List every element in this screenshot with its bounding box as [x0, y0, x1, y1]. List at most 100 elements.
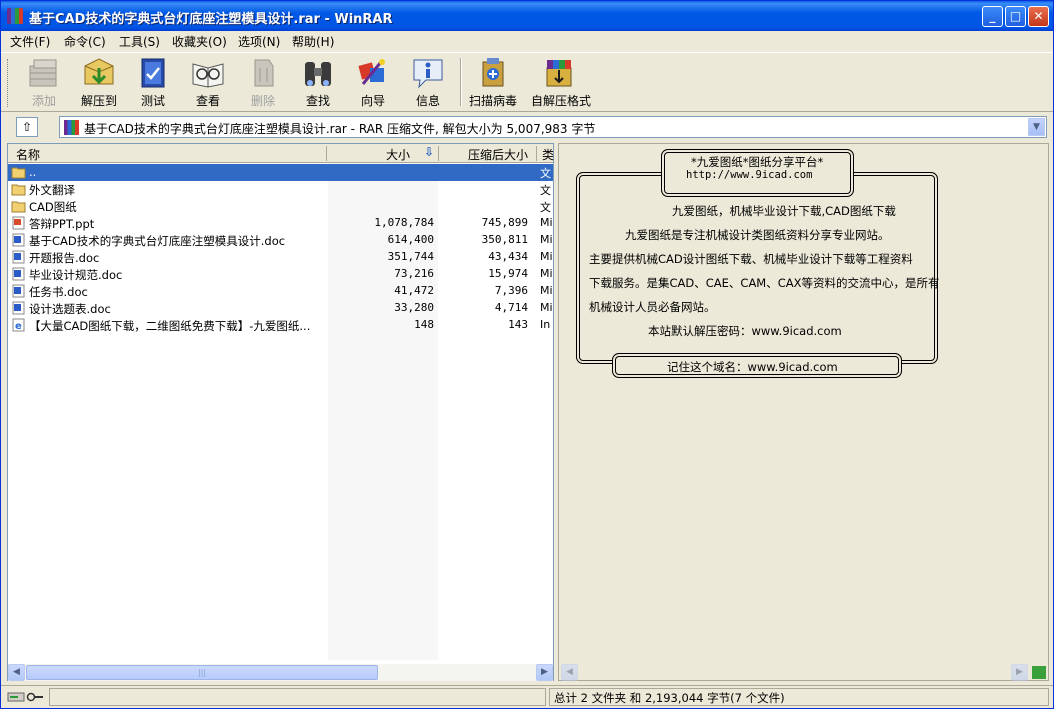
close-button[interactable]: ✕ — [1028, 6, 1049, 27]
scrollbar-thumb[interactable]: ||| — [26, 665, 378, 680]
comment-password: 本站默认解压密码：www.9icad.com — [648, 324, 842, 338]
status-total: 总计 2 文件夹 和 2,193,044 字节(7 个文件) — [554, 691, 785, 705]
menu-tools[interactable]: 工具(S) — [119, 33, 160, 50]
delete-label: 删除 — [250, 94, 275, 108]
address-bar: ⇧ 基于CAD技术的字典式台灯底座注塑模具设计.rar - RAR 压缩文件, … — [1, 114, 1053, 140]
file-type: Mi — [540, 250, 553, 263]
comment-line: 九爱图纸是专注机械设计类图纸资料分享专业网站。 — [625, 228, 890, 242]
file-name: 设计选题表.doc — [29, 302, 111, 316]
minimize-button[interactable]: _ — [982, 6, 1003, 27]
column-size[interactable]: 大小 — [386, 146, 410, 163]
column-divider[interactable] — [536, 146, 537, 161]
column-header: 名称 大小 ⇩ 压缩后大小 类 — [8, 144, 554, 163]
add-label: 添加 — [31, 94, 56, 108]
file-type: Mi — [540, 216, 553, 229]
comment-line: 主要提供机械CAD设计图纸下载、机械毕业设计下载等工程资料 — [589, 252, 913, 266]
add-button[interactable]: 添加 — [17, 56, 71, 110]
file-name: 答辩PPT.ppt — [29, 217, 95, 231]
file-name: 外文翻译 — [29, 183, 75, 197]
wizard-button[interactable]: 向导 — [346, 56, 400, 110]
horizontal-scrollbar[interactable]: ◀ ||| ▶ — [8, 664, 553, 681]
extract-button[interactable]: 解压到 — [72, 56, 126, 110]
column-packed[interactable]: 压缩后大小 — [468, 146, 528, 163]
wizard-icon — [358, 59, 385, 85]
table-row[interactable]: 开题报告.doc 351,744 43,434 Mi — [8, 249, 553, 266]
delete-button[interactable]: 删除 — [236, 56, 290, 110]
table-row[interactable]: 任务书.doc 41,472 7,396 Mi — [8, 283, 553, 300]
view-button[interactable]: 查看 — [181, 56, 235, 110]
info-button[interactable]: 信息 — [401, 56, 455, 110]
scroll-right-icon[interactable]: ▶ — [1011, 664, 1028, 681]
file-name: 毕业设计规范.doc — [29, 268, 123, 282]
chevron-down-icon[interactable]: ▼ — [1028, 118, 1045, 136]
table-row[interactable]: e 【大量CAD图纸下载，二维图纸免费下载】-九爱图纸... 148 143 I… — [8, 317, 553, 334]
table-row[interactable]: 答辩PPT.ppt 1,078,784 745,899 Mi — [8, 215, 553, 232]
view-icon — [192, 63, 224, 88]
table-row[interactable]: 外文翻译 文 — [8, 181, 553, 198]
doc-file-icon — [12, 284, 25, 298]
path-combobox[interactable]: 基于CAD技术的字典式台灯底座注塑模具设计.rar - RAR 压缩文件, 解包… — [59, 116, 1047, 138]
comment-header-title: *九爱图纸*图纸分享平台* — [691, 155, 824, 169]
add-icon — [29, 59, 57, 87]
sfx-label: 自解压格式 — [531, 94, 592, 108]
table-row[interactable]: CAD图纸 文 — [8, 198, 553, 215]
comment-scrollbar[interactable]: ◀ ▶ — [559, 664, 1048, 681]
table-row[interactable]: 毕业设计规范.doc 73,216 15,974 Mi — [8, 266, 553, 283]
extract-icon — [84, 58, 114, 85]
file-type: Mi — [540, 233, 553, 246]
find-button[interactable]: 查找 — [291, 56, 345, 110]
column-divider[interactable] — [438, 146, 439, 161]
file-packed-size: 143 — [508, 318, 528, 331]
table-row[interactable]: 基于CAD技术的字典式台灯底座注塑模具设计.doc 614,400 350,81… — [8, 232, 553, 249]
menu-file[interactable]: 文件(F) — [10, 33, 50, 50]
column-divider[interactable] — [326, 146, 327, 161]
menu-favorites[interactable]: 收藏夹(O) — [172, 33, 227, 50]
virus-scan-icon — [482, 58, 504, 87]
file-packed-size: 4,714 — [494, 301, 528, 314]
file-name: CAD图纸 — [29, 200, 77, 214]
doc-file-icon — [12, 301, 25, 315]
maximize-button[interactable]: □ — [1005, 6, 1026, 27]
scroll-left-icon[interactable]: ◀ — [8, 664, 25, 681]
column-name[interactable]: 名称 — [16, 146, 40, 163]
file-size: 33,280 — [394, 301, 434, 314]
doc-file-icon — [12, 267, 25, 281]
folder-icon — [11, 201, 26, 213]
file-size: 614,400 — [387, 233, 434, 246]
folder-up-icon — [11, 167, 26, 179]
scroll-left-icon[interactable]: ◀ — [561, 664, 578, 681]
folder-icon — [11, 184, 26, 196]
table-row[interactable]: 设计选题表.doc 33,280 4,714 Mi — [8, 300, 553, 317]
menu-help[interactable]: 帮助(H) — [292, 33, 334, 50]
rar-archive-icon — [64, 120, 79, 135]
menu-options[interactable]: 选项(N) — [238, 33, 280, 50]
title-bar[interactable]: 基于CAD技术的字典式台灯底座注塑模具设计.rar - WinRAR _ □ ✕ — [1, 1, 1053, 31]
sfx-button[interactable]: 自解压格式 — [531, 56, 592, 110]
column-type[interactable]: 类 — [542, 146, 554, 163]
test-label: 测试 — [140, 94, 165, 108]
svg-text:e: e — [15, 321, 22, 332]
comment-line: 机械设计人员必备网站。 — [589, 300, 716, 314]
menu-commands[interactable]: 命令(C) — [64, 33, 106, 50]
test-icon — [141, 58, 165, 88]
virus-scan-button[interactable]: 扫描病毒 — [466, 56, 520, 110]
table-row[interactable]: .. 文 — [8, 164, 553, 181]
sfx-icon — [546, 60, 572, 87]
find-binoculars-icon — [305, 62, 331, 86]
toolbar-grip[interactable] — [7, 59, 10, 107]
comment-line: 九爱图纸，机械毕业设计下载,CAD图纸下载 — [672, 204, 896, 218]
file-type: 文 — [540, 184, 551, 197]
file-list[interactable]: 名称 大小 ⇩ 压缩后大小 类 .. 文 外文翻译 文 CAD图纸 文 答辩PP… — [7, 143, 554, 681]
up-folder-button[interactable]: ⇧ — [16, 117, 38, 137]
wizard-label: 向导 — [360, 94, 385, 108]
file-packed-size: 15,974 — [488, 267, 528, 280]
window-title: 基于CAD技术的字典式台灯底座注塑模具设计.rar - WinRAR — [29, 12, 393, 27]
drive-and-key-icon — [7, 692, 43, 702]
file-size: 351,744 — [387, 250, 434, 263]
extract-label: 解压到 — [80, 94, 117, 108]
scroll-right-icon[interactable]: ▶ — [536, 664, 553, 681]
file-packed-size: 7,396 — [494, 284, 528, 297]
internet-shortcut-icon: e — [12, 318, 25, 332]
test-button[interactable]: 测试 — [126, 56, 180, 110]
file-size: 1,078,784 — [374, 216, 434, 229]
